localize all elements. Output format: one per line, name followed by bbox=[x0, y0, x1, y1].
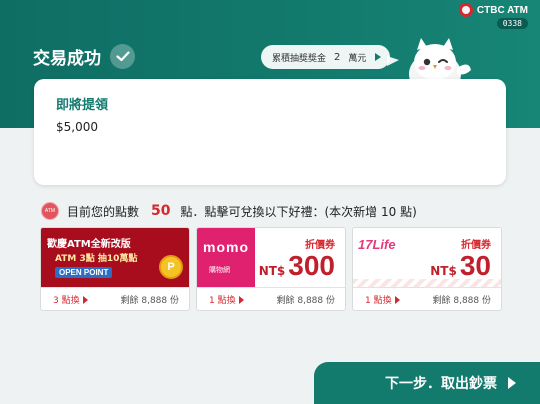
brand-name: CTBC ATM bbox=[476, 4, 528, 16]
points-badge-icon: ATM bbox=[41, 202, 59, 220]
17life-logo-word: Life bbox=[372, 237, 396, 252]
coupon-amount: 30 bbox=[459, 250, 491, 281]
points-value: 50 bbox=[151, 203, 171, 219]
banner-line-1: 歡慶ATM全新改版 bbox=[47, 239, 131, 250]
reward-footer: 1 點換 剩餘 8,888 份 bbox=[353, 287, 501, 310]
withdrawal-label: 即將提領 bbox=[56, 98, 109, 113]
currency: NT$ bbox=[258, 264, 286, 278]
exchange-label: 3 點換 bbox=[53, 296, 80, 306]
page-title-text: 交易成功 bbox=[33, 49, 101, 69]
reward-banner-17life: 17Life 折價券 NT$ 30 bbox=[353, 228, 501, 287]
prize-pool-label: 累積抽獎獎金 bbox=[272, 53, 327, 64]
reward-footer: 1 點換 剩餘 8,888 份 bbox=[197, 287, 345, 310]
momo-logo: momo 購物網 bbox=[197, 228, 255, 287]
coupon-value: NT$ 30 bbox=[430, 250, 491, 282]
remaining-count: 剩餘 8,888 份 bbox=[276, 296, 336, 306]
next-button[interactable]: 下一步．取出鈔票 bbox=[314, 362, 540, 404]
point-coin-icon: P bbox=[159, 255, 183, 279]
arrow-right-icon bbox=[394, 295, 400, 304]
reward-card-momo[interactable]: momo 購物網 折價券 NT$ 300 1 點換 剩餘 8,888 份 bbox=[196, 227, 346, 311]
remaining-count: 剩餘 8,888 份 bbox=[432, 296, 492, 306]
remaining-count: 剩餘 8,888 份 bbox=[120, 296, 180, 306]
coupon-label: 折價券 bbox=[461, 240, 491, 251]
momo-logo-text: momo bbox=[203, 239, 249, 255]
prize-pool-amount: 2 bbox=[334, 51, 341, 63]
currency: NT$ bbox=[430, 264, 457, 278]
next-button-label: 下一步．取出鈔票 bbox=[385, 376, 497, 392]
exchange-button[interactable]: 1 點換 bbox=[209, 293, 244, 306]
openpoint-logo: OPEN POINT bbox=[55, 267, 113, 278]
coupon-value: NT$ 300 bbox=[259, 250, 335, 282]
points-prefix: 目前您的點數 bbox=[67, 204, 140, 219]
play-arrow-icon bbox=[375, 53, 382, 61]
brand: CTBC ATM bbox=[458, 3, 528, 17]
ctbc-logo-icon bbox=[458, 3, 473, 17]
play-arrow-icon bbox=[508, 377, 516, 389]
17life-logo-number: 17 bbox=[358, 237, 373, 252]
coupon-amount: 300 bbox=[288, 250, 335, 281]
withdrawal-amount: $5,000 bbox=[56, 120, 98, 134]
decorative-pattern bbox=[353, 279, 501, 287]
reward-card-openpoint[interactable]: 歡慶ATM全新改版 ATM 3點 抽10萬點 OPEN POINT P 3 點換… bbox=[40, 227, 190, 311]
withdrawal-card: 即將提領 $5,000 bbox=[34, 79, 506, 185]
machine-id: 0338 bbox=[496, 18, 528, 29]
prize-pool-bubble[interactable]: 累積抽獎獎金 2 萬元 bbox=[261, 45, 391, 69]
points-suffix: 點．點擊可兌換以下好禮：(本次新增 10 點) bbox=[180, 204, 417, 219]
coupon-label: 折價券 bbox=[305, 240, 335, 251]
arrow-right-icon bbox=[238, 295, 244, 304]
17life-logo: 17Life bbox=[358, 237, 396, 252]
reward-footer: 3 點換 剩餘 8,888 份 bbox=[41, 287, 189, 310]
page-title: 交易成功 bbox=[33, 44, 135, 69]
reward-banner-momo: momo 購物網 折價券 NT$ 300 bbox=[197, 228, 345, 287]
banner-line-2: ATM 3點 抽10萬點 bbox=[55, 254, 138, 264]
exchange-button[interactable]: 3 點換 bbox=[53, 293, 88, 306]
exchange-label: 1 點換 bbox=[209, 296, 236, 306]
arrow-right-icon bbox=[82, 295, 88, 304]
bubble-tail bbox=[387, 56, 399, 66]
exchange-label: 1 點換 bbox=[365, 296, 392, 306]
points-info: ATM 目前您的點數 50 點．點擊可兌換以下好禮：(本次新增 10 點) bbox=[41, 202, 417, 220]
prize-pool-unit: 萬元 bbox=[348, 53, 367, 64]
reward-card-17life[interactable]: 17Life 折價券 NT$ 30 1 點換 剩餘 8,888 份 bbox=[352, 227, 502, 311]
momo-logo-sub: 購物網 bbox=[209, 267, 230, 274]
checkmark-icon bbox=[110, 44, 135, 69]
exchange-button[interactable]: 1 點換 bbox=[365, 293, 400, 306]
reward-banner-openpoint: 歡慶ATM全新改版 ATM 3點 抽10萬點 OPEN POINT P bbox=[41, 228, 189, 287]
